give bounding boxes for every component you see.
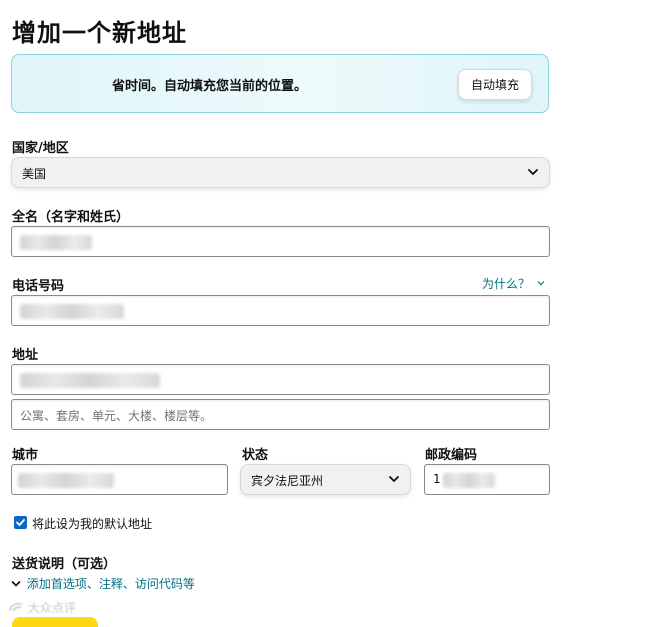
why-phone-link-label: 为什么？ [482, 277, 531, 291]
country-select-value: 美国 [22, 167, 47, 181]
address-line2-input[interactable]: 公寓、套房、单元、大楼、楼层等。 [11, 399, 550, 430]
watermark-text: 大众点评 [27, 601, 76, 615]
autofill-banner: 省时间。自动填充您当前的位置。 自动填充 [11, 54, 549, 113]
delivery-instructions-label: 送货说明（可选） [12, 557, 117, 572]
autofill-button[interactable]: 自动填充 [458, 69, 532, 100]
redacted-value [443, 473, 495, 488]
autofill-banner-text: 省时间。自动填充您当前的位置。 [112, 79, 308, 94]
zip-visible-prefix: 1 [433, 472, 441, 486]
chevron-down-icon [389, 476, 399, 482]
why-phone-link[interactable]: 为什么？ [482, 275, 545, 292]
city-input[interactable] [11, 464, 228, 495]
address-label: 地址 [12, 348, 39, 363]
watermark: 大众点评 [8, 599, 76, 616]
city-label: 城市 [12, 448, 39, 463]
address-line2-placeholder: 公寓、套房、单元、大楼、楼层等。 [20, 409, 213, 423]
redacted-value [20, 373, 160, 388]
save-address-button[interactable] [12, 617, 98, 627]
phone-input[interactable] [11, 295, 550, 326]
zip-input[interactable]: 1 [424, 464, 550, 495]
redacted-value [18, 473, 114, 488]
checkmark-icon [16, 519, 25, 526]
state-select[interactable]: 宾夕法尼亚州 [240, 464, 411, 495]
redacted-value [20, 235, 92, 250]
chevron-down-icon [528, 169, 538, 175]
full-name-label: 全名（名字和姓氏） [12, 210, 130, 225]
default-address-label: 将此设为我的默认地址 [32, 517, 153, 531]
add-delivery-preferences-label: 添加首选项、注释、访问代码等 [26, 577, 195, 591]
add-delivery-preferences-link[interactable]: 添加首选项、注释、访问代码等 [11, 575, 195, 592]
chevron-down-icon [11, 581, 21, 587]
state-select-value: 宾夕法尼亚州 [251, 474, 324, 488]
zip-label: 邮政编码 [425, 448, 478, 463]
redacted-value [20, 304, 124, 319]
watermark-logo-icon [9, 603, 23, 612]
address-line1-input[interactable] [11, 364, 550, 395]
state-label: 状态 [242, 448, 269, 463]
chevron-down-icon [537, 281, 545, 286]
full-name-input[interactable] [11, 226, 550, 257]
page-title: 增加一个新地址 [12, 19, 187, 47]
phone-label: 电话号码 [12, 279, 65, 294]
country-select[interactable]: 美国 [11, 157, 550, 188]
default-address-checkbox[interactable] [14, 516, 27, 529]
country-label: 国家/地区 [12, 141, 69, 156]
